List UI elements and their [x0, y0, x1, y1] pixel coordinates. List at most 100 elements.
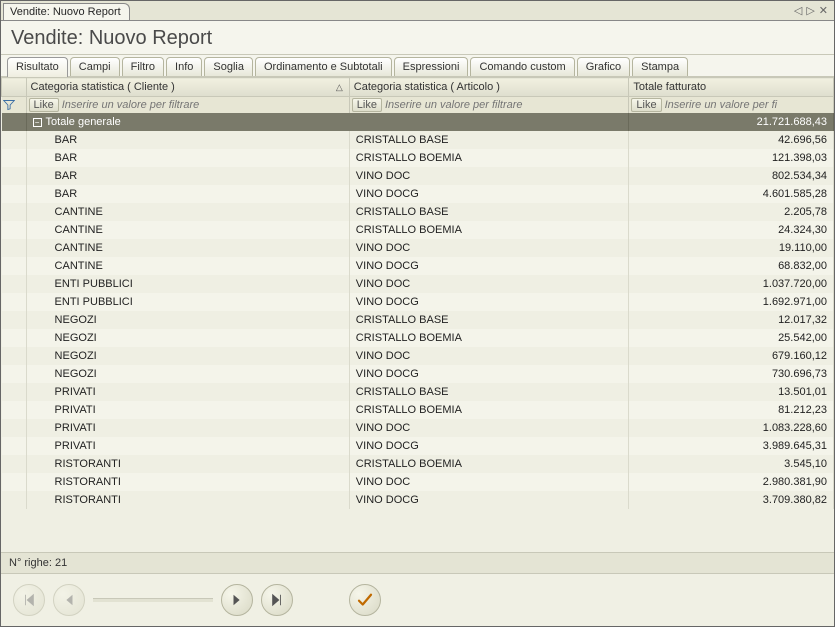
prev-page-button[interactable] — [53, 584, 85, 616]
next-page-button[interactable] — [221, 584, 253, 616]
footer-nav — [1, 574, 834, 626]
table-row[interactable]: RISTORANTICRISTALLO BOEMIA3.545,10 — [2, 455, 834, 473]
tab-grafico[interactable]: Grafico — [577, 57, 630, 76]
page-slider[interactable] — [93, 598, 213, 602]
cell-fatturato: 12.017,32 — [629, 311, 834, 329]
tab-info[interactable]: Info — [166, 57, 202, 76]
sort-asc-icon: △ — [336, 82, 343, 93]
cell-fatturato: 1.083.228,60 — [629, 419, 834, 437]
table-row[interactable]: CANTINECRISTALLO BASE2.205,78 — [2, 203, 834, 221]
cell-fatturato: 25.542,00 — [629, 329, 834, 347]
cell-cliente: NEGOZI — [26, 347, 349, 365]
cell-fatturato: 730.696,73 — [629, 365, 834, 383]
cell-articolo: VINO DOCG — [349, 437, 629, 455]
first-page-button[interactable] — [13, 584, 45, 616]
next-window-icon[interactable]: ▷ — [806, 4, 814, 17]
table-row[interactable]: NEGOZICRISTALLO BASE12.017,32 — [2, 311, 834, 329]
tab-stampa[interactable]: Stampa — [632, 57, 688, 76]
table-row[interactable]: NEGOZIVINO DOCG730.696,73 — [2, 365, 834, 383]
table-row[interactable]: BARCRISTALLO BOEMIA121.398,03 — [2, 149, 834, 167]
cell-cliente: NEGOZI — [26, 311, 349, 329]
filter-input-articolo[interactable] — [385, 99, 626, 111]
cell-fatturato: 679.160,12 — [629, 347, 834, 365]
cell-articolo: VINO DOC — [349, 239, 629, 257]
col-articolo[interactable]: Categoria statistica ( Articolo ) — [349, 78, 629, 97]
grand-total-row[interactable]: − Totale generale 21.721.688,43 — [2, 113, 834, 131]
cell-cliente: BAR — [26, 167, 349, 185]
table-row[interactable]: PRIVATIVINO DOCG3.989.645,31 — [2, 437, 834, 455]
table-row[interactable]: PRIVATICRISTALLO BOEMIA81.212,23 — [2, 401, 834, 419]
tab-comando-custom[interactable]: Comando custom — [470, 57, 574, 76]
grand-total-value: 21.721.688,43 — [629, 113, 834, 131]
table-row[interactable]: CANTINEVINO DOCG68.832,00 — [2, 257, 834, 275]
table-row[interactable]: BARCRISTALLO BASE42.696,56 — [2, 131, 834, 149]
cell-cliente: PRIVATI — [26, 437, 349, 455]
table-row[interactable]: CANTINECRISTALLO BOEMIA24.324,30 — [2, 221, 834, 239]
row-header-col — [2, 78, 27, 97]
cell-fatturato: 2.205,78 — [629, 203, 834, 221]
table-row[interactable]: CANTINEVINO DOC19.110,00 — [2, 239, 834, 257]
table-row[interactable]: RISTORANTIVINO DOC2.980.381,90 — [2, 473, 834, 491]
cell-fatturato: 24.324,30 — [629, 221, 834, 239]
table-row[interactable]: BARVINO DOCG4.601.585,28 — [2, 185, 834, 203]
page-title: Vendite: Nuovo Report — [11, 27, 824, 50]
last-page-button[interactable] — [261, 584, 293, 616]
col-cliente-label: Categoria statistica ( Cliente ) — [31, 81, 175, 93]
report-window: Vendite: Nuovo Report ◁ ▷ ✕ Vendite: Nuo… — [0, 0, 835, 627]
cell-articolo: CRISTALLO BASE — [349, 383, 629, 401]
tab-soglia[interactable]: Soglia — [204, 57, 253, 76]
table-row[interactable]: PRIVATIVINO DOC1.083.228,60 — [2, 419, 834, 437]
cell-fatturato: 3.709.380,82 — [629, 491, 834, 509]
cell-articolo: CRISTALLO BOEMIA — [349, 221, 629, 239]
cell-articolo: VINO DOCG — [349, 365, 629, 383]
cell-articolo: CRISTALLO BOEMIA — [349, 455, 629, 473]
table-row[interactable]: NEGOZIVINO DOC679.160,12 — [2, 347, 834, 365]
cell-cliente: NEGOZI — [26, 329, 349, 347]
cell-cliente: BAR — [26, 149, 349, 167]
table-row[interactable]: ENTI PUBBLICIVINO DOCG1.692.971,00 — [2, 293, 834, 311]
cell-cliente: BAR — [26, 185, 349, 203]
cell-fatturato: 121.398,03 — [629, 149, 834, 167]
funnel-icon[interactable] — [2, 98, 16, 112]
col-fatturato[interactable]: Totale fatturato — [629, 78, 834, 97]
cell-articolo: CRISTALLO BASE — [349, 131, 629, 149]
cell-articolo: CRISTALLO BOEMIA — [349, 149, 629, 167]
cell-fatturato: 3.545,10 — [629, 455, 834, 473]
cell-fatturato: 42.696,56 — [629, 131, 834, 149]
cell-cliente: CANTINE — [26, 257, 349, 275]
collapse-icon[interactable]: − — [33, 118, 42, 127]
table-row[interactable]: NEGOZICRISTALLO BOEMIA25.542,00 — [2, 329, 834, 347]
table-row[interactable]: PRIVATICRISTALLO BASE13.501,01 — [2, 383, 834, 401]
tab-filtro[interactable]: Filtro — [122, 57, 164, 76]
filter-input-fatturato[interactable] — [665, 99, 831, 111]
table-row[interactable]: ENTI PUBBLICIVINO DOC1.037.720,00 — [2, 275, 834, 293]
status-bar: N° righe: 21 — [1, 552, 834, 574]
tab-campi[interactable]: Campi — [70, 57, 120, 76]
prev-window-icon[interactable]: ◁ — [794, 4, 802, 17]
close-window-icon[interactable]: ✕ — [819, 4, 828, 17]
cell-articolo: VINO DOC — [349, 473, 629, 491]
cell-cliente: BAR — [26, 131, 349, 149]
row-count-label: N° righe: 21 — [9, 557, 67, 569]
table-row[interactable]: RISTORANTIVINO DOCG3.709.380,82 — [2, 491, 834, 509]
apply-check-button[interactable] — [349, 584, 381, 616]
cell-cliente: CANTINE — [26, 203, 349, 221]
cell-fatturato: 2.980.381,90 — [629, 473, 834, 491]
tab-risultato[interactable]: Risultato — [7, 57, 68, 77]
filter-op-cliente[interactable]: Like — [29, 98, 59, 112]
filter-op-fatturato[interactable]: Like — [631, 98, 661, 112]
window-tab[interactable]: Vendite: Nuovo Report — [3, 3, 130, 20]
tab-espressioni[interactable]: Espressioni — [394, 57, 469, 76]
cell-articolo: VINO DOC — [349, 275, 629, 293]
table-row[interactable]: BARVINO DOC802.534,34 — [2, 167, 834, 185]
cell-cliente: RISTORANTI — [26, 491, 349, 509]
cell-cliente: RISTORANTI — [26, 455, 349, 473]
header-band: Vendite: Nuovo Report — [1, 21, 834, 55]
filter-op-articolo[interactable]: Like — [352, 98, 382, 112]
col-cliente[interactable]: Categoria statistica ( Cliente ) △ — [26, 78, 349, 97]
cell-fatturato: 4.601.585,28 — [629, 185, 834, 203]
tab-ordinamento-e-subtotali[interactable]: Ordinamento e Subtotali — [255, 57, 392, 76]
filter-input-cliente[interactable] — [62, 99, 347, 111]
cell-cliente: PRIVATI — [26, 383, 349, 401]
cell-cliente: CANTINE — [26, 239, 349, 257]
